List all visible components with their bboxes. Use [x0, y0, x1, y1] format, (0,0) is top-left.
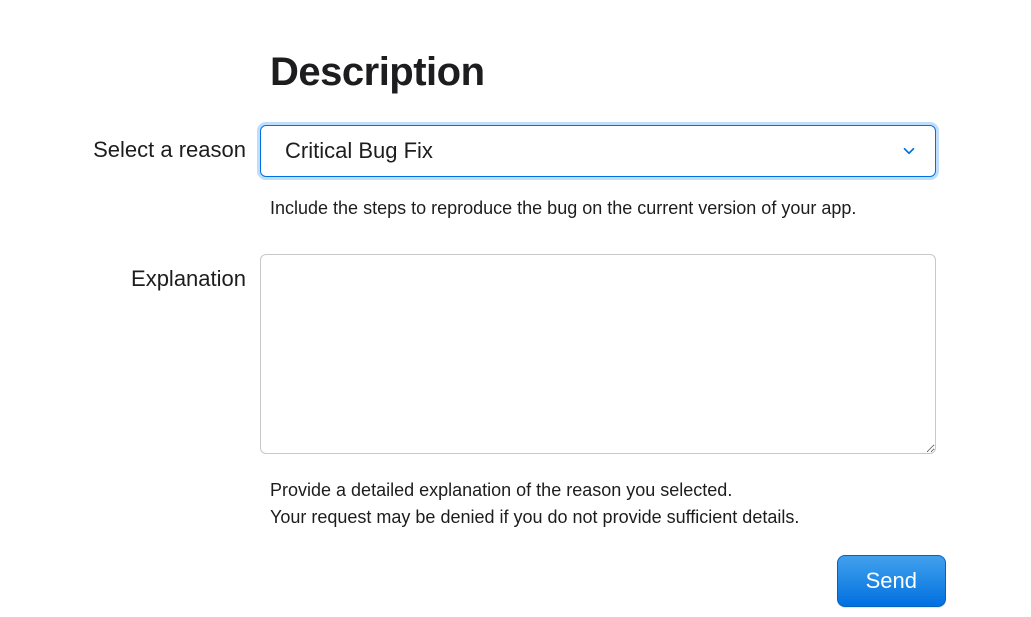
- explanation-textarea[interactable]: [260, 254, 936, 454]
- explanation-helper-line2: Your request may be denied if you do not…: [270, 504, 946, 531]
- button-row: Send: [270, 555, 946, 607]
- reason-input-col: Critical Bug Fix: [260, 125, 936, 177]
- reason-select-wrapper: Critical Bug Fix: [260, 125, 936, 177]
- reason-row: Select a reason Critical Bug Fix: [70, 125, 961, 177]
- explanation-helper: Provide a detailed explanation of the re…: [270, 477, 946, 531]
- explanation-row: Explanation: [70, 254, 961, 459]
- page-title: Description: [270, 50, 961, 95]
- reason-label: Select a reason: [70, 125, 260, 163]
- reason-helper-text: Include the steps to reproduce the bug o…: [270, 195, 946, 222]
- explanation-label: Explanation: [70, 254, 260, 292]
- reason-select[interactable]: Critical Bug Fix: [260, 125, 936, 177]
- explanation-helper-line1: Provide a detailed explanation of the re…: [270, 477, 946, 504]
- description-form: Description Select a reason Critical Bug…: [70, 50, 961, 607]
- send-button[interactable]: Send: [837, 555, 946, 607]
- explanation-input-col: [260, 254, 936, 459]
